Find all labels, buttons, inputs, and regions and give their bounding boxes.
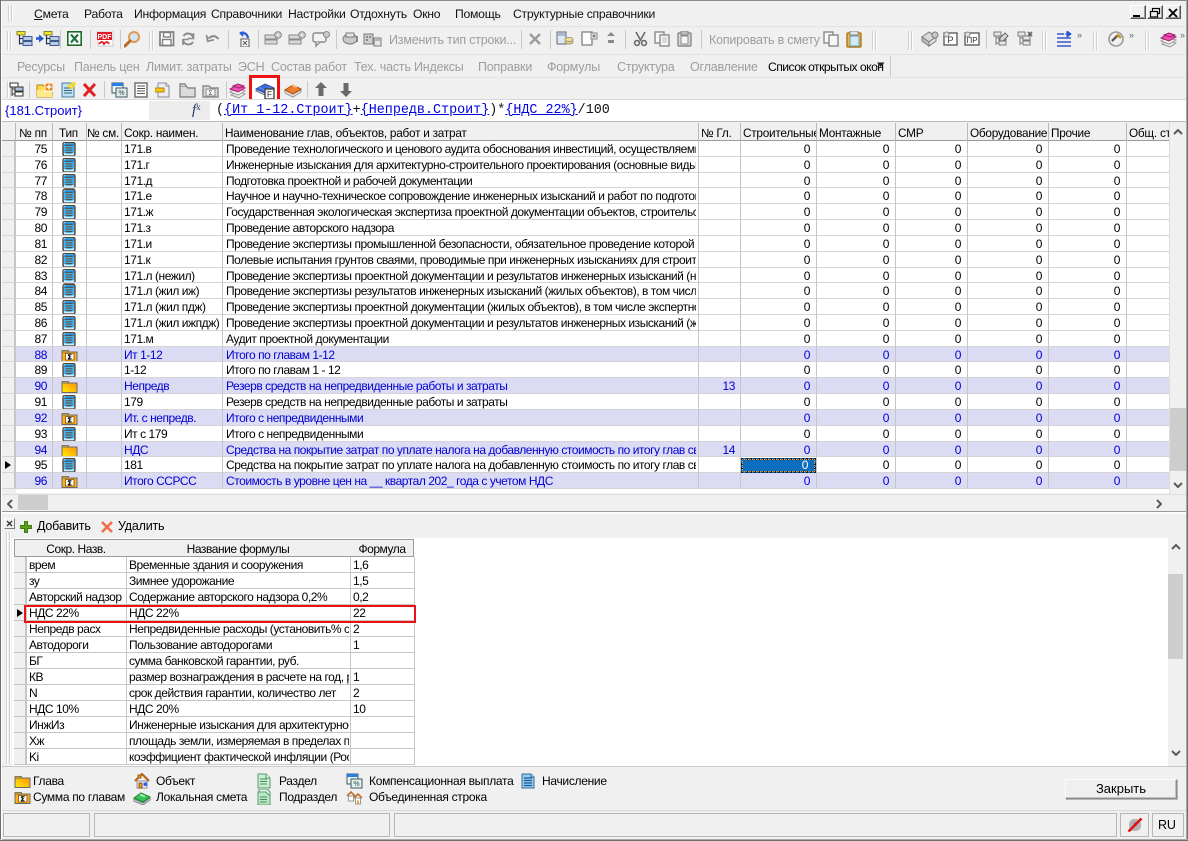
- svg-text:PDF: PDF: [98, 34, 113, 41]
- svg-text:Σ: Σ: [208, 90, 212, 97]
- svg-text:%: %: [353, 781, 359, 788]
- svg-text:F: F: [267, 90, 272, 99]
- svg-text:%: %: [118, 90, 124, 97]
